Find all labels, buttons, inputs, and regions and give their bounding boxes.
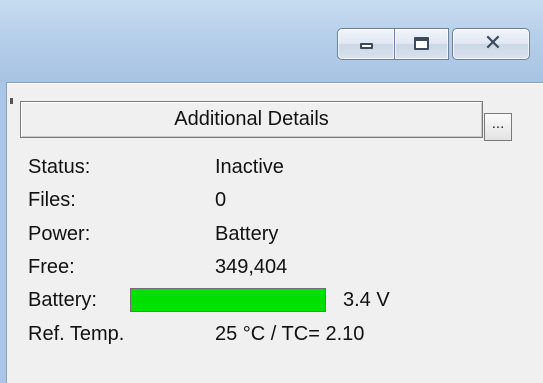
tick-mark <box>10 98 13 104</box>
free-label: Free: <box>28 256 75 278</box>
maximize-button[interactable] <box>395 28 449 60</box>
status-label: Status: <box>28 156 91 178</box>
power-label: Power: <box>28 223 91 245</box>
ref-temp-value: 25 °C / TC= 2.10 <box>215 323 365 345</box>
additional-details-header: Additional Details <box>20 101 483 138</box>
more-details-button[interactable]: ... <box>484 113 512 141</box>
battery-voltage: 3.4 V <box>343 289 390 311</box>
minimize-icon <box>360 43 373 49</box>
close-button[interactable]: ✕ <box>452 28 530 60</box>
minimize-button[interactable] <box>337 28 395 60</box>
battery-level-fill <box>131 289 325 311</box>
close-icon: ✕ <box>483 31 503 56</box>
maximize-icon <box>414 37 429 50</box>
battery-level-bar <box>130 288 326 312</box>
files-value: 0 <box>215 189 227 211</box>
ref-temp-label: Ref. Temp. <box>28 323 125 345</box>
battery-label: Battery: <box>28 289 97 311</box>
status-value: Inactive <box>215 156 284 178</box>
power-value: Battery <box>215 223 279 245</box>
panel-divider <box>7 83 543 84</box>
files-label: Files: <box>28 189 76 211</box>
free-value: 349,404 <box>215 256 288 278</box>
